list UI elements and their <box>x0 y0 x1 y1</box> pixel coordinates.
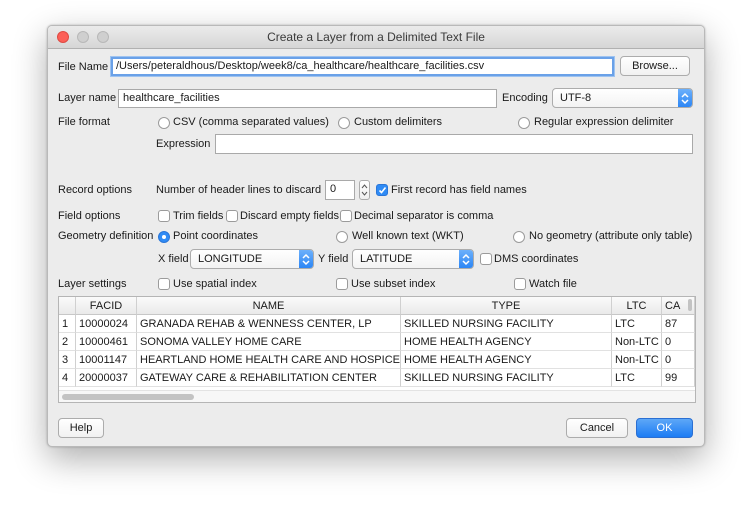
cell-name[interactable]: GATEWAY CARE & REHABILITATION CENTER <box>137 369 401 387</box>
cell-ltc[interactable]: LTC <box>612 369 662 387</box>
select-arrows-icon <box>459 250 473 268</box>
file-name-label: File Name <box>58 61 109 73</box>
record-options-label: Record options <box>58 184 132 196</box>
wkt-radio[interactable] <box>336 231 348 243</box>
subset-index-label: Use subset index <box>351 278 436 290</box>
column-header-ltc[interactable]: LTC <box>612 297 662 315</box>
column-header-name[interactable]: NAME <box>137 297 401 315</box>
trim-fields-label: Trim fields <box>173 210 224 222</box>
spatial-index-label: Use spatial index <box>173 278 257 290</box>
point-coordinates-radio[interactable] <box>158 231 170 243</box>
discard-empty-checkbox[interactable] <box>226 210 238 222</box>
cell-facid[interactable]: 10001147 <box>76 351 137 369</box>
x-field-value: LONGITUDE <box>198 253 263 265</box>
expression-label: Expression <box>156 138 211 150</box>
select-arrows-icon <box>678 89 692 107</box>
first-record-checkbox[interactable] <box>376 184 388 196</box>
row-number: 3 <box>59 351 76 369</box>
no-geometry-radio[interactable] <box>513 231 525 243</box>
custom-delimiters-radio[interactable] <box>338 117 350 129</box>
subset-index-checkbox[interactable] <box>336 278 348 290</box>
row-number: 4 <box>59 369 76 387</box>
encoding-label: Encoding <box>502 92 548 104</box>
first-record-label: First record has field names <box>391 184 527 196</box>
layer-settings-label: Layer settings <box>58 278 127 290</box>
cell-name[interactable]: HEARTLAND HOME HEALTH CARE AND HOSPICE <box>137 351 401 369</box>
discard-empty-label: Discard empty fields <box>240 210 340 222</box>
header-lines-label: Number of header lines to discard <box>156 184 322 196</box>
cell-type[interactable]: HOME HEALTH AGENCY <box>401 333 612 351</box>
horizontal-scrollbar[interactable] <box>59 390 695 402</box>
dialog-window: Create a Layer from a Delimited Text Fil… <box>47 25 705 447</box>
cell-ltc[interactable]: LTC <box>612 315 662 333</box>
cell-ca[interactable]: 0 <box>662 333 695 351</box>
decimal-comma-checkbox[interactable] <box>340 210 352 222</box>
help-button[interactable]: Help <box>58 418 104 438</box>
title-bar[interactable]: Create a Layer from a Delimited Text Fil… <box>48 26 704 49</box>
cell-type[interactable]: SKILLED NURSING FACILITY <box>401 315 612 333</box>
vertical-scrollbar[interactable] <box>688 299 692 311</box>
cell-name[interactable]: GRANADA REHAB & WENNESS CENTER, LP <box>137 315 401 333</box>
cell-type[interactable]: SKILLED NURSING FACILITY <box>401 369 612 387</box>
header-lines-stepper[interactable] <box>359 180 370 200</box>
cell-ltc[interactable]: Non-LTC <box>612 333 662 351</box>
cell-ca[interactable]: 87 <box>662 315 695 333</box>
regex-delimiter-radio[interactable] <box>518 117 530 129</box>
x-field-select[interactable]: LONGITUDE <box>190 249 314 269</box>
regex-delimiter-label: Regular expression delimiter <box>534 116 674 128</box>
window-title: Create a Layer from a Delimited Text Fil… <box>267 30 485 44</box>
cell-name[interactable]: SONOMA VALLEY HOME CARE <box>137 333 401 351</box>
y-field-select[interactable]: LATITUDE <box>352 249 474 269</box>
watch-file-checkbox[interactable] <box>514 278 526 290</box>
wkt-label: Well known text (WKT) <box>352 230 464 242</box>
row-number: 2 <box>59 333 76 351</box>
checkmark-icon <box>378 187 387 194</box>
stepper-arrows-icon <box>361 184 368 196</box>
cell-facid[interactable]: 20000037 <box>76 369 137 387</box>
file-name-input[interactable]: /Users/peteraldhous/Desktop/week8/ca_hea… <box>111 57 614 76</box>
csv-label: CSV (comma separated values) <box>173 116 329 128</box>
decimal-comma-label: Decimal separator is comma <box>354 210 494 222</box>
layer-name-label: Layer name <box>58 92 117 104</box>
watch-file-label: Watch file <box>529 278 577 290</box>
y-field-value: LATITUDE <box>360 253 413 265</box>
custom-delimiters-label: Custom delimiters <box>354 116 443 128</box>
field-options-label: Field options <box>58 210 121 222</box>
csv-radio[interactable] <box>158 117 170 129</box>
cell-facid[interactable]: 10000024 <box>76 315 137 333</box>
ok-button[interactable]: OK <box>636 418 693 438</box>
select-arrows-icon <box>299 250 313 268</box>
cell-ca[interactable]: 99 <box>662 369 695 387</box>
dms-label: DMS coordinates <box>494 253 579 265</box>
cell-ltc[interactable]: Non-LTC <box>612 351 662 369</box>
dms-checkbox[interactable] <box>480 253 492 265</box>
browse-button[interactable]: Browse... <box>620 56 690 76</box>
cell-ca[interactable]: 0 <box>662 351 695 369</box>
row-number: 1 <box>59 315 76 333</box>
y-field-label: Y field <box>318 253 349 265</box>
cancel-button[interactable]: Cancel <box>566 418 628 438</box>
sample-data-table[interactable]: FACID NAME TYPE LTC CA 1 10000024 GRANAD… <box>58 296 696 403</box>
horizontal-scroll-thumb[interactable] <box>62 394 194 400</box>
point-coordinates-label: Point coordinates <box>173 230 258 242</box>
layer-name-input[interactable]: healthcare_facilities <box>118 89 497 108</box>
header-lines-input[interactable]: 0 <box>325 180 355 200</box>
no-geometry-label: No geometry (attribute only table) <box>529 230 693 242</box>
trim-fields-checkbox[interactable] <box>158 210 170 222</box>
encoding-value: UTF-8 <box>560 92 592 104</box>
file-format-label: File format <box>58 116 110 128</box>
x-field-label: X field <box>158 253 189 265</box>
geometry-definition-label: Geometry definition <box>58 230 154 242</box>
spatial-index-checkbox[interactable] <box>158 278 170 290</box>
cell-type[interactable]: HOME HEALTH AGENCY <box>401 351 612 369</box>
encoding-select[interactable]: UTF-8 <box>552 88 693 108</box>
table-corner-header <box>59 297 76 315</box>
column-header-facid[interactable]: FACID <box>76 297 137 315</box>
column-header-type[interactable]: TYPE <box>401 297 612 315</box>
expression-input[interactable] <box>215 134 693 154</box>
cell-facid[interactable]: 10000461 <box>76 333 137 351</box>
